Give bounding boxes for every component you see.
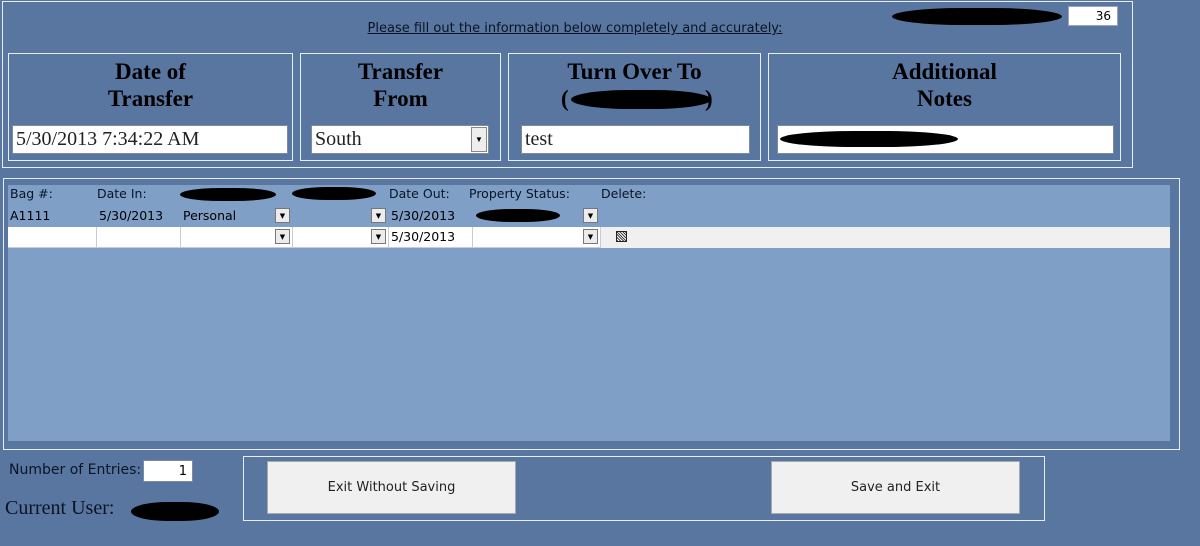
bag-cell[interactable] bbox=[8, 227, 97, 248]
property-table: Bag #: Date In: Date Out: Property Statu… bbox=[8, 185, 1170, 441]
col-header-delete: Delete: bbox=[601, 186, 647, 201]
delete-checkbox[interactable] bbox=[616, 231, 627, 242]
current-user-label: Current User: bbox=[5, 497, 115, 519]
redacted-header bbox=[180, 188, 276, 201]
chevron-down-icon[interactable]: ▼ bbox=[275, 208, 290, 223]
entries-count-field[interactable]: 1 bbox=[143, 460, 193, 482]
entries-label: Number of Entries: bbox=[9, 462, 142, 478]
transfer-from-title: Transfer From bbox=[357, 59, 444, 111]
redacted-text bbox=[476, 209, 560, 222]
redacted-text bbox=[892, 8, 1062, 25]
col-header-bag: Bag #: bbox=[10, 186, 53, 201]
date-out-cell[interactable]: 5/30/2013 bbox=[389, 206, 473, 227]
redacted-header bbox=[292, 187, 376, 200]
date-in-cell[interactable]: 5/30/2013 bbox=[97, 206, 181, 227]
type-select[interactable]: ▼ bbox=[181, 227, 293, 248]
save-and-exit-button[interactable]: Save and Exit bbox=[771, 461, 1020, 514]
redacted-text bbox=[131, 502, 219, 521]
chevron-down-icon[interactable]: ▼ bbox=[275, 229, 290, 244]
property-status-select[interactable]: ▼ bbox=[473, 206, 601, 227]
bag-cell[interactable]: A1111 bbox=[8, 206, 97, 227]
redacted-text bbox=[780, 131, 958, 147]
redacted-text bbox=[571, 90, 711, 109]
chevron-down-icon[interactable]: ▼ bbox=[371, 208, 386, 223]
turn-over-to-section: Turn Over To ( ) test bbox=[508, 53, 761, 161]
date-out-cell[interactable]: 5/30/2013 bbox=[389, 227, 473, 248]
additional-notes-title: Additional Notes bbox=[892, 59, 997, 111]
type-select[interactable]: Personal ▼ bbox=[181, 206, 293, 227]
record-number-field[interactable]: 36 bbox=[1068, 6, 1118, 26]
additional-notes-input[interactable] bbox=[777, 125, 1114, 154]
table-row: ▼ ▼ 5/30/2013 ▼ bbox=[8, 227, 1170, 248]
date-of-transfer-section: Date of Transfer 5/30/2013 7:34:22 AM bbox=[8, 53, 293, 161]
transfer-from-section: Transfer From South ▼ bbox=[300, 53, 501, 161]
redacted-select[interactable]: ▼ bbox=[293, 227, 389, 248]
chevron-down-icon[interactable]: ▼ bbox=[583, 229, 598, 244]
redacted-select[interactable]: ▼ bbox=[293, 206, 389, 227]
turn-over-to-title: Turn Over To ( ) bbox=[561, 59, 713, 111]
additional-notes-section: Additional Notes bbox=[768, 53, 1121, 161]
type-value: Personal bbox=[183, 208, 237, 223]
transfer-from-select[interactable]: South ▼ bbox=[311, 125, 489, 154]
chevron-down-icon[interactable]: ▼ bbox=[371, 229, 386, 244]
col-header-date-out: Date Out: bbox=[389, 186, 450, 201]
col-header-date-in: Date In: bbox=[97, 186, 147, 201]
property-status-select[interactable]: ▼ bbox=[473, 227, 601, 248]
table-row: A1111 5/30/2013 Personal ▼ ▼ 5/30/2013 ▼ bbox=[8, 206, 1170, 242]
turn-over-to-input[interactable]: test bbox=[521, 125, 750, 154]
transfer-from-value: South bbox=[315, 128, 362, 150]
chevron-down-icon[interactable]: ▼ bbox=[583, 208, 598, 223]
date-in-cell[interactable] bbox=[97, 227, 181, 248]
chevron-down-icon[interactable]: ▼ bbox=[471, 127, 487, 152]
exit-without-saving-button[interactable]: Exit Without Saving bbox=[267, 461, 516, 514]
date-of-transfer-title: Date of Transfer bbox=[107, 59, 194, 111]
col-header-property-status: Property Status: bbox=[469, 186, 570, 201]
date-of-transfer-input[interactable]: 5/30/2013 7:34:22 AM bbox=[12, 125, 288, 154]
